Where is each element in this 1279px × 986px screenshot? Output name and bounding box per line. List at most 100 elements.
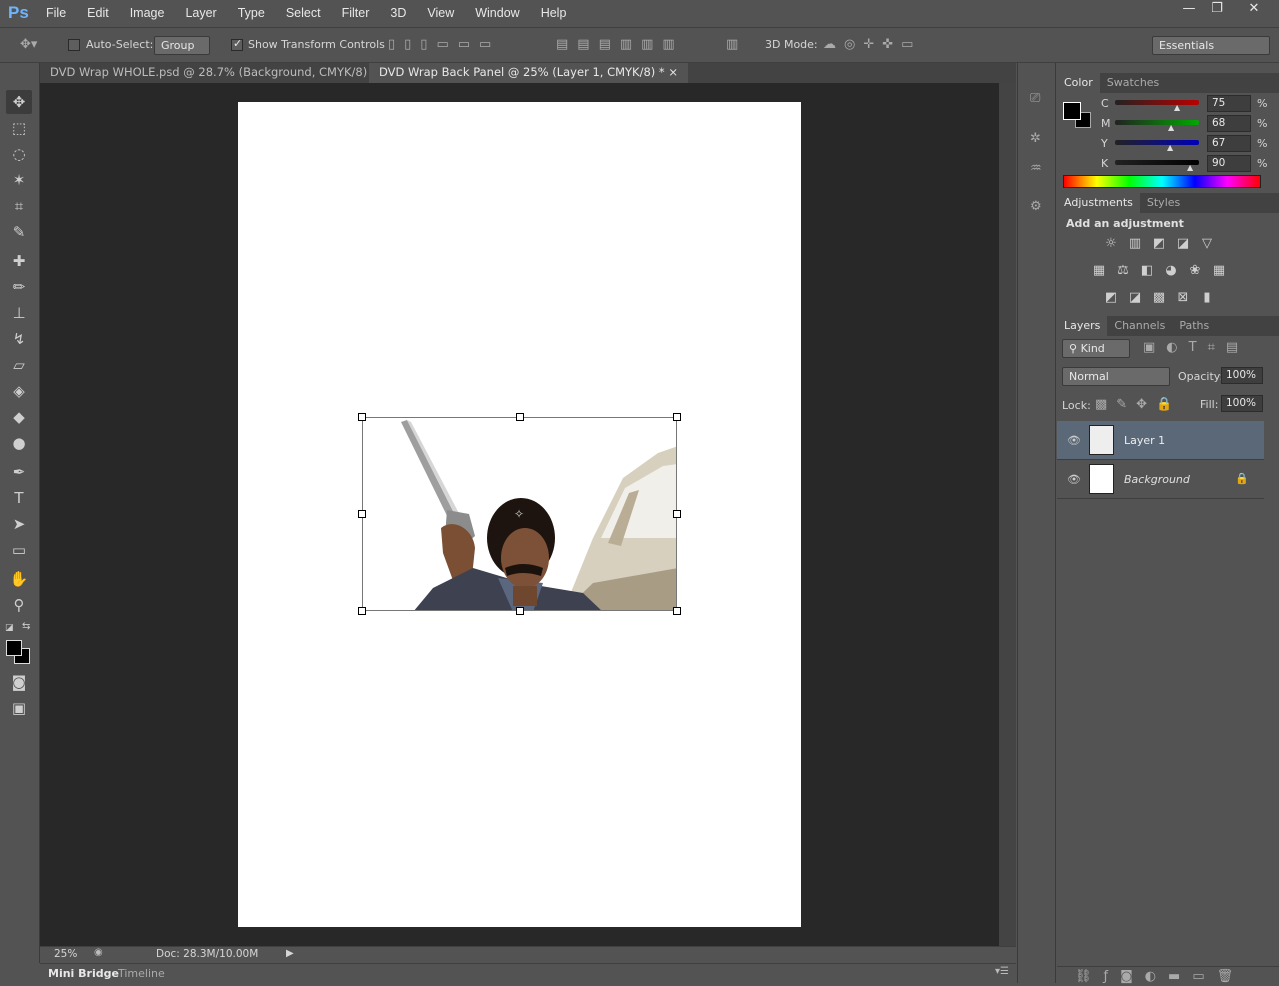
- menu-window[interactable]: Window: [475, 6, 519, 20]
- posterize-icon[interactable]: ◪: [1123, 290, 1147, 305]
- color-spectrum-ramp[interactable]: [1063, 175, 1261, 188]
- zoom-level[interactable]: 25%: [54, 948, 77, 960]
- paint-bucket-tool-icon[interactable]: ◈: [6, 379, 32, 403]
- brush-tool-icon[interactable]: ✏: [6, 275, 32, 299]
- eye-icon[interactable]: 👁: [1067, 473, 1081, 486]
- transform-handle[interactable]: [358, 510, 366, 518]
- crop-tool-icon[interactable]: ⌗: [6, 194, 32, 218]
- hue-saturation-icon[interactable]: ▦: [1087, 263, 1111, 278]
- levels-icon[interactable]: ▥: [1123, 236, 1147, 251]
- auto-align-icon[interactable]: ▥: [726, 37, 738, 52]
- marquee-tool-icon[interactable]: ⬚: [6, 116, 32, 140]
- distribute-icons[interactable]: ▤▤▤▥▥▥: [556, 37, 684, 52]
- default-colors-icon[interactable]: ◪: [5, 623, 14, 633]
- transform-handle[interactable]: [673, 607, 681, 615]
- auto-select-checkbox[interactable]: [68, 39, 80, 51]
- menu-help[interactable]: Help: [541, 6, 567, 20]
- pen-tool-icon[interactable]: ✒: [6, 460, 32, 484]
- tab-swatches[interactable]: Swatches: [1100, 73, 1167, 93]
- layer-row-layer-1[interactable]: 👁 Layer 1: [1057, 421, 1264, 460]
- channel-value[interactable]: 68: [1207, 115, 1251, 132]
- selective-color-icon[interactable]: ⊠: [1171, 290, 1195, 305]
- tab-paths[interactable]: Paths: [1172, 316, 1216, 336]
- tab-dvd-wrap-whole[interactable]: DVD Wrap WHOLE.psd @ 28.7% (Background, …: [40, 63, 400, 83]
- eye-icon[interactable]: 👁: [1067, 434, 1081, 447]
- transform-handle[interactable]: [516, 413, 524, 421]
- color-lookup-icon[interactable]: ▦: [1207, 263, 1231, 278]
- history-brush-tool-icon[interactable]: ↯: [6, 327, 32, 351]
- vertical-scrollbar[interactable]: [999, 83, 1016, 946]
- type-tool-icon[interactable]: T: [6, 486, 32, 510]
- transform-center-icon[interactable]: ✧: [514, 507, 524, 521]
- foreground-color-swatch[interactable]: [6, 640, 22, 656]
- path-selection-tool-icon[interactable]: ➤: [6, 512, 32, 536]
- menu-select[interactable]: Select: [286, 6, 321, 20]
- tab-channels[interactable]: Channels: [1107, 316, 1172, 336]
- eyedropper-tool-icon[interactable]: ✎: [6, 220, 32, 244]
- lock-icons[interactable]: ▩✎✥🔒: [1095, 397, 1181, 412]
- fill-field[interactable]: 100%: [1221, 395, 1263, 412]
- transform-handle[interactable]: [358, 607, 366, 615]
- black-white-icon[interactable]: ◧: [1135, 263, 1159, 278]
- stamp-tool-icon[interactable]: ⊥: [6, 301, 32, 325]
- close-window-button[interactable]: ✕: [1234, 0, 1274, 20]
- slider-handle-icon[interactable]: ▲: [1168, 123, 1174, 132]
- tab-styles[interactable]: Styles: [1140, 193, 1187, 213]
- color-balance-icon[interactable]: ⚖: [1111, 263, 1135, 278]
- exposure-icon[interactable]: ◪: [1171, 236, 1195, 251]
- slider-handle-icon[interactable]: ▲: [1187, 163, 1193, 172]
- invert-icon[interactable]: ◩: [1099, 290, 1123, 305]
- menu-filter[interactable]: Filter: [342, 6, 370, 20]
- properties-panel-icon[interactable]: ⚙: [1030, 199, 1042, 214]
- tab-timeline[interactable]: Timeline: [118, 964, 165, 983]
- panel-menu-icon[interactable]: ▾☰: [995, 966, 1009, 977]
- transform-handle[interactable]: [673, 413, 681, 421]
- transform-handle[interactable]: [673, 510, 681, 518]
- layer-row-background[interactable]: 👁 Background 🔒: [1057, 460, 1264, 499]
- brightness-icon[interactable]: ☼: [1099, 236, 1123, 251]
- show-transform-checkbox[interactable]: [231, 39, 243, 51]
- layers-footer-icons[interactable]: ⛓ƒ◙◐▬▭🗑: [1075, 969, 1245, 984]
- menu-layer[interactable]: Layer: [185, 6, 216, 20]
- channel-slider[interactable]: [1115, 140, 1199, 145]
- color-panel-fg-swatch[interactable]: [1063, 102, 1081, 120]
- hand-tool-icon[interactable]: ✋: [6, 567, 32, 591]
- channel-mixer-icon[interactable]: ❀: [1183, 263, 1207, 278]
- threshold-icon[interactable]: ▩: [1147, 290, 1171, 305]
- auto-select-dropdown[interactable]: Group: [154, 36, 210, 55]
- layer-name[interactable]: Layer 1: [1124, 434, 1165, 447]
- transform-handle[interactable]: [358, 413, 366, 421]
- screen-mode-icon[interactable]: ▣: [6, 696, 32, 720]
- close-icon[interactable]: ×: [668, 65, 678, 79]
- layer-filter-dropdown[interactable]: ⚲ Kind: [1062, 339, 1130, 358]
- curves-icon[interactable]: ◩: [1147, 236, 1171, 251]
- slider-handle-icon[interactable]: ▲: [1167, 143, 1173, 152]
- opacity-field[interactable]: 100%: [1221, 367, 1263, 384]
- 3d-mode-icons[interactable]: ☁◎✛✜▭: [823, 37, 921, 52]
- layer-name[interactable]: Background: [1124, 473, 1190, 486]
- layer-filter-icons[interactable]: ▣◐T⌗▤: [1143, 340, 1249, 355]
- slider-handle-icon[interactable]: ▲: [1174, 103, 1180, 112]
- tab-adjustments[interactable]: Adjustments: [1057, 193, 1140, 213]
- menu-3d[interactable]: 3D: [390, 6, 406, 20]
- tab-color[interactable]: Color: [1057, 73, 1100, 93]
- tab-dvd-wrap-back-panel[interactable]: DVD Wrap Back Panel @ 25% (Layer 1, CMYK…: [369, 63, 688, 83]
- brush-panel-icon[interactable]: ✲: [1030, 131, 1041, 146]
- photo-filter-icon[interactable]: ◕: [1159, 263, 1183, 278]
- channel-slider[interactable]: [1115, 120, 1199, 125]
- move-tool-icon[interactable]: ✥: [6, 90, 32, 114]
- tab-mini-bridge[interactable]: Mini Bridge: [40, 964, 127, 983]
- lasso-tool-icon[interactable]: ◌: [6, 142, 32, 166]
- move-tool-preset-icon[interactable]: ✥▾: [20, 37, 37, 52]
- channel-value[interactable]: 75: [1207, 95, 1251, 112]
- status-info-icon[interactable]: ◉: [94, 947, 103, 958]
- rectangle-tool-icon[interactable]: ▭: [6, 538, 32, 562]
- history-panel-icon[interactable]: ⎚: [1030, 91, 1040, 106]
- status-menu-arrow-icon[interactable]: ▶: [286, 948, 294, 959]
- gradient-map-icon[interactable]: ▮: [1195, 290, 1219, 305]
- transform-handle[interactable]: [516, 607, 524, 615]
- blend-mode-dropdown[interactable]: Normal: [1062, 367, 1170, 386]
- menu-type[interactable]: Type: [238, 6, 265, 20]
- menu-image[interactable]: Image: [130, 6, 165, 20]
- healing-brush-tool-icon[interactable]: ✚: [6, 249, 32, 273]
